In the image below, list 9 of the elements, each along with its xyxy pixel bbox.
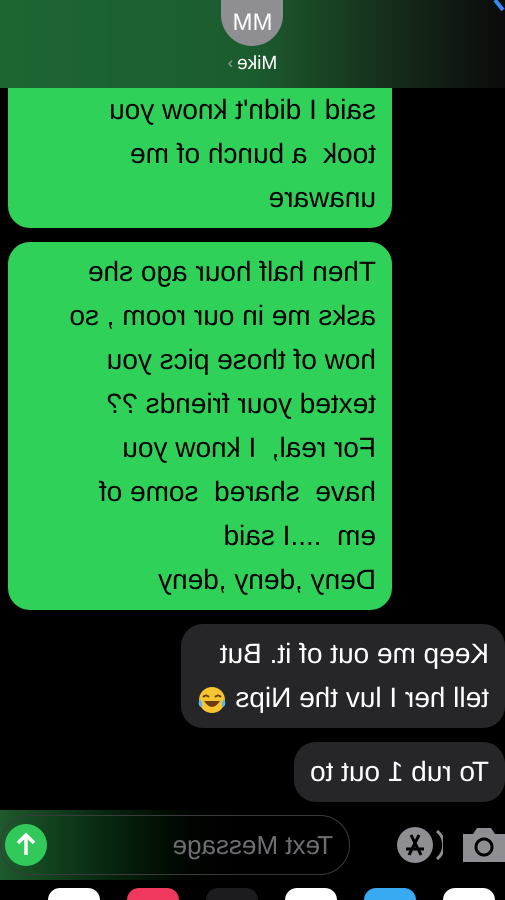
chevron-glyph: ›: [228, 54, 234, 74]
laughing-emoji-icon: [197, 684, 228, 715]
camera-icon[interactable]: [463, 828, 505, 862]
sent-message-bubble: Then half hour ago she asks me in our room , so how of those pics you texted your friends ?? For real, I know you have shared some of em ....I said Deny ,deny ,deny: [8, 242, 392, 610]
received-message-bubble: Keep me out of it. But tell her I luv the Nips: [181, 624, 505, 728]
received-message-bubble: To rub 1 out to: [294, 742, 505, 802]
contact-name[interactable]: Mike: [237, 50, 278, 78]
sent-message-bubble: said I didn't know you took a bunch of me unaware: [8, 88, 392, 228]
message-input-field[interactable]: Text Message: [0, 815, 350, 875]
